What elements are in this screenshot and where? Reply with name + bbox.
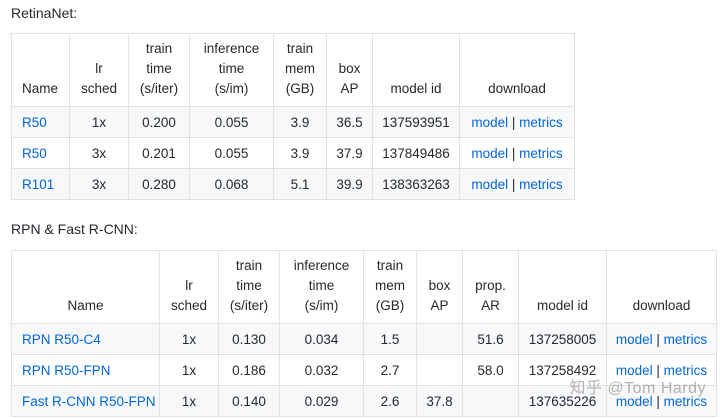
cell-inference-time: 0.055 — [189, 106, 274, 138]
model-name-link[interactable]: R50 — [22, 146, 47, 161]
cell-mem: 2.6 — [363, 385, 417, 417]
table-row: R101 3x 0.280 0.068 5.1 39.9 138363263 m… — [11, 168, 575, 200]
cell-sched: 1x — [69, 106, 129, 138]
col-header-lr-sched: lr sched — [159, 250, 219, 324]
col-header-box-ap: box AP — [326, 33, 373, 107]
cell-sched: 1x — [159, 385, 219, 417]
retinanet-section-title: RetinaNet: — [11, 5, 78, 21]
cell-download: model | metrics — [459, 137, 575, 169]
cell-box-ap — [416, 354, 463, 386]
col-header-inference-time: inference time (s/im) — [189, 33, 274, 107]
col-header-train-time: train time (s/iter) — [128, 33, 190, 107]
cell-inference-time: 0.068 — [189, 168, 274, 200]
col-header-box-ap: box AP — [416, 250, 463, 324]
cell-box-ap: 36.5 — [326, 106, 373, 138]
col-header-lr-sched: lr sched — [69, 33, 129, 107]
col-header-train-time: train time (s/iter) — [218, 250, 280, 324]
cell-name[interactable]: R101 — [11, 168, 70, 200]
table-row: R50 1x 0.200 0.055 3.9 36.5 137593951 mo… — [11, 106, 575, 138]
model-link[interactable]: model — [471, 146, 508, 161]
cell-sched: 1x — [159, 354, 219, 386]
cell-sched: 3x — [69, 168, 129, 200]
model-link[interactable]: model — [471, 177, 508, 192]
col-header-model-id: model id — [518, 250, 607, 324]
col-header-inference-time: inference time (s/im) — [279, 250, 364, 324]
model-name-link[interactable]: RPN R50-FPN — [22, 363, 111, 378]
model-name-link[interactable]: Fast R-CNN R50-FPN — [22, 394, 156, 409]
cell-download: model | metrics — [459, 106, 575, 138]
cell-inference-time: 0.055 — [189, 137, 274, 169]
model-name-link[interactable]: R50 — [22, 115, 47, 130]
cell-inference-time: 0.029 — [279, 385, 364, 417]
cell-name[interactable]: Fast R-CNN R50-FPN — [11, 385, 160, 417]
cell-mem: 3.9 — [273, 137, 327, 169]
cell-name[interactable]: RPN R50-FPN — [11, 354, 160, 386]
cell-model-id: 137258005 — [518, 323, 607, 355]
cell-mem: 1.5 — [363, 323, 417, 355]
cell-train-time: 0.280 — [128, 168, 190, 200]
cell-inference-time: 0.034 — [279, 323, 364, 355]
metrics-link[interactable]: metrics — [519, 115, 563, 130]
table-row: R50 3x 0.201 0.055 3.9 37.9 137849486 mo… — [11, 137, 575, 169]
table-row: RPN R50-C4 1x 0.130 0.034 1.5 51.6 13725… — [11, 323, 717, 355]
cell-model-id: 137593951 — [372, 106, 460, 138]
retinanet-table: Name lr sched train time (s/iter) inference… — [11, 33, 575, 200]
cell-box-ap: 37.9 — [326, 137, 373, 169]
cell-prop-ar: 51.6 — [462, 323, 519, 355]
cell-box-ap: 37.8 — [416, 385, 463, 417]
cell-sched: 1x — [159, 323, 219, 355]
col-header-download: download — [606, 250, 717, 324]
col-header-train-mem: train mem (GB) — [363, 250, 417, 324]
cell-mem: 3.9 — [273, 106, 327, 138]
cell-inference-time: 0.032 — [279, 354, 364, 386]
metrics-link[interactable]: metrics — [664, 332, 708, 347]
model-link[interactable]: model — [616, 332, 653, 347]
col-header-name: Name — [11, 250, 160, 324]
cell-mem: 5.1 — [273, 168, 327, 200]
rpn-section-title: RPN & Fast R-CNN: — [11, 221, 138, 237]
cell-sched: 3x — [69, 137, 129, 169]
metrics-link[interactable]: metrics — [519, 177, 563, 192]
col-header-name: Name — [11, 33, 70, 107]
cell-box-ap — [416, 323, 463, 355]
model-link[interactable]: model — [471, 115, 508, 130]
cell-train-time: 0.201 — [128, 137, 190, 169]
col-header-train-mem: train mem (GB) — [273, 33, 327, 107]
cell-train-time: 0.140 — [218, 385, 280, 417]
cell-box-ap: 39.9 — [326, 168, 373, 200]
cell-name[interactable]: R50 — [11, 106, 70, 138]
cell-download: model | metrics — [606, 323, 717, 355]
cell-name[interactable]: R50 — [11, 137, 70, 169]
col-header-prop-ar: prop. AR — [462, 250, 519, 324]
cell-model-id: 138363263 — [372, 168, 460, 200]
cell-name[interactable]: RPN R50-C4 — [11, 323, 160, 355]
cell-train-time: 0.186 — [218, 354, 280, 386]
cell-download: model | metrics — [459, 168, 575, 200]
col-header-model-id: model id — [372, 33, 460, 107]
watermark: 知乎 @Tom Hardy — [569, 380, 706, 397]
model-name-link[interactable]: R101 — [22, 177, 54, 192]
cell-mem: 2.7 — [363, 354, 417, 386]
cell-prop-ar — [462, 385, 519, 417]
model-name-link[interactable]: RPN R50-C4 — [22, 332, 101, 347]
cell-train-time: 0.130 — [218, 323, 280, 355]
col-header-download: download — [459, 33, 575, 107]
cell-prop-ar: 58.0 — [462, 354, 519, 386]
cell-train-time: 0.200 — [128, 106, 190, 138]
metrics-link[interactable]: metrics — [519, 146, 563, 161]
cell-model-id: 137849486 — [372, 137, 460, 169]
